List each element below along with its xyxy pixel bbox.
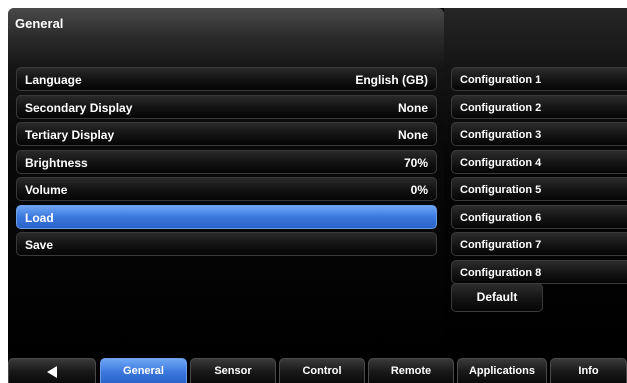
configuration-8-button[interactable]: Configuration 8 [451, 260, 627, 284]
language-label: Language [25, 73, 82, 87]
volume-value: 0% [410, 183, 428, 197]
tertiary-display-label: Tertiary Display [25, 128, 115, 142]
brightness-row[interactable]: Brightness 70% [16, 150, 437, 174]
configuration-8-label: Configuration 8 [460, 267, 542, 279]
configuration-1-label: Configuration 1 [460, 74, 542, 86]
configuration-5-button[interactable]: Configuration 5 [451, 177, 627, 201]
volume-label: Volume [25, 183, 68, 197]
configuration-4-button[interactable]: Configuration 4 [451, 150, 627, 174]
tab-remote[interactable]: Remote [368, 358, 454, 383]
tab-info[interactable]: Info [550, 358, 627, 383]
secondary-display-row[interactable]: Secondary Display None [16, 95, 437, 119]
save-row[interactable]: Save [16, 232, 437, 256]
tab-bar: General Sensor Control Remote Applicatio… [8, 358, 627, 383]
configuration-5-label: Configuration 5 [460, 184, 542, 196]
language-row[interactable]: Language English (GB) [16, 67, 437, 91]
brightness-value: 70% [403, 156, 428, 170]
brightness-label: Brightness [25, 156, 88, 170]
device-screen: General Language English (GB) Secondary … [8, 8, 627, 383]
tertiary-display-value: None [398, 128, 428, 142]
left-triangle-icon [47, 366, 57, 378]
volume-row[interactable]: Volume 0% [16, 177, 437, 201]
tab-applications[interactable]: Applications [457, 358, 547, 383]
language-value: English (GB) [355, 73, 428, 87]
secondary-display-value: None [398, 101, 428, 115]
configuration-6-button[interactable]: Configuration 6 [451, 205, 627, 229]
configuration-1-button[interactable]: Configuration 1 [451, 67, 627, 91]
load-row[interactable]: Load [16, 205, 437, 229]
save-label: Save [25, 238, 54, 252]
configuration-2-label: Configuration 2 [460, 102, 542, 114]
configuration-3-label: Configuration 3 [460, 129, 542, 141]
secondary-display-label: Secondary Display [25, 101, 133, 115]
tab-control[interactable]: Control [279, 358, 365, 383]
configuration-4-label: Configuration 4 [460, 157, 542, 169]
configuration-6-label: Configuration 6 [460, 212, 542, 224]
panel-title: General [15, 16, 64, 31]
tertiary-display-row[interactable]: Tertiary Display None [16, 122, 437, 146]
back-button[interactable] [8, 358, 96, 383]
load-label: Load [25, 211, 54, 225]
tab-general[interactable]: General [100, 358, 187, 383]
configuration-7-button[interactable]: Configuration 7 [451, 232, 627, 256]
configuration-3-button[interactable]: Configuration 3 [451, 122, 627, 146]
configuration-2-button[interactable]: Configuration 2 [451, 95, 627, 119]
default-button[interactable]: Default [451, 283, 543, 312]
configuration-7-label: Configuration 7 [460, 239, 542, 251]
tab-sensor[interactable]: Sensor [190, 358, 276, 383]
